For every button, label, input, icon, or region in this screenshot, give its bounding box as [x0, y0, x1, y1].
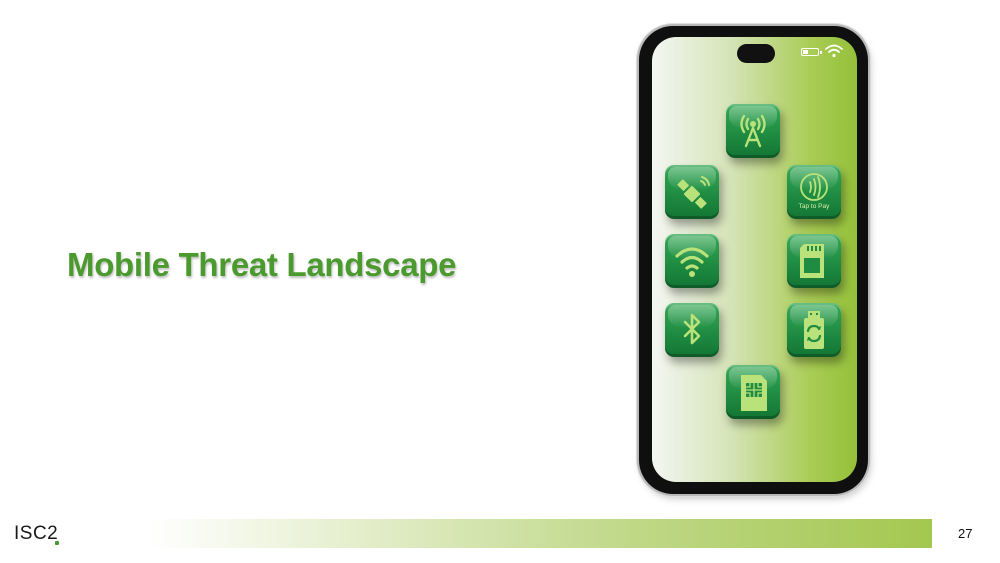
wifi-icon [675, 247, 709, 277]
slide: Mobile Threat Landscape Tap to Pay ISC2 … [0, 0, 1000, 563]
logo-text: ISC2 [14, 523, 59, 544]
battery-icon [801, 48, 822, 56]
isc2-logo: ISC2 [14, 523, 59, 545]
wifi-app[interactable] [665, 234, 719, 288]
sd-card-app[interactable] [787, 234, 841, 288]
sim-card-app[interactable] [726, 365, 780, 419]
dynamic-island [737, 44, 775, 63]
footer-gradient-bar [150, 519, 932, 548]
tap-to-pay-app[interactable]: Tap to Pay [787, 165, 841, 219]
slide-title: Mobile Threat Landscape [67, 246, 457, 283]
bluetooth-icon [683, 313, 701, 345]
logo-accent-mark [55, 541, 59, 545]
tap-to-pay-label: Tap to Pay [798, 203, 830, 210]
satellite-app[interactable] [665, 165, 719, 219]
bluetooth-app[interactable] [665, 303, 719, 357]
satellite-icon [677, 176, 710, 209]
usb-sync-app[interactable] [787, 303, 841, 357]
cell-tower-app[interactable] [726, 104, 780, 158]
page-number: 27 [958, 526, 973, 541]
sd-card-icon [800, 244, 824, 278]
sim-card-icon [741, 375, 767, 411]
cell-tower-icon [740, 114, 766, 148]
status-wifi-icon [825, 44, 843, 58]
usb-sync-icon [804, 311, 824, 349]
tap-to-pay-icon [800, 173, 828, 201]
